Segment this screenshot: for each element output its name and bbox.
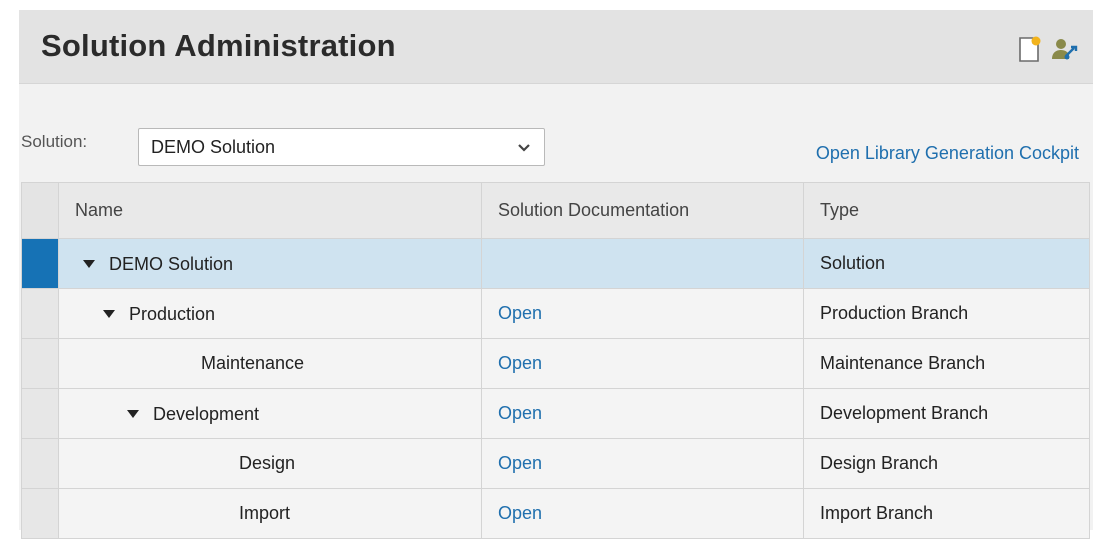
solution-administration-panel: Solution Administration Solution: DEMO S… <box>19 10 1093 539</box>
solution-select[interactable]: DEMO Solution <box>138 128 545 166</box>
node-label: Production <box>129 303 216 324</box>
open-documentation-link[interactable]: Open <box>498 503 542 523</box>
type-cell: Import Branch <box>803 488 1090 539</box>
name-cell[interactable]: Maintenance <box>58 338 482 389</box>
solution-documentation-cell: Open <box>481 488 804 539</box>
name-cell[interactable]: Design <box>58 438 482 489</box>
solution-documentation-cell: Open <box>481 338 804 389</box>
open-documentation-link[interactable]: Open <box>498 303 542 323</box>
solution-select-value: DEMO Solution <box>151 137 276 157</box>
type-cell: Design Branch <box>803 438 1090 489</box>
row-selector[interactable] <box>21 288 59 339</box>
type-cell: Production Branch <box>803 288 1090 339</box>
type-cell: Solution <box>803 238 1090 289</box>
panel-header: Solution Administration <box>19 10 1093 84</box>
table-header-row: Name Solution Documentation Type <box>21 182 1090 239</box>
node-label: Maintenance <box>201 353 305 373</box>
open-documentation-link[interactable]: Open <box>498 353 542 373</box>
node-label: Import <box>239 503 291 523</box>
column-header-solution-documentation[interactable]: Solution Documentation <box>481 182 804 239</box>
table-row[interactable]: Design Open Design Branch <box>21 438 1090 489</box>
node-label: Development <box>153 403 260 424</box>
name-cell[interactable]: DEMO Solution <box>58 238 482 289</box>
solution-documentation-cell <box>481 238 804 289</box>
name-cell[interactable]: Import <box>58 488 482 539</box>
user-settings-icon[interactable] <box>1049 34 1079 64</box>
solution-label: Solution: <box>21 132 88 151</box>
name-cell[interactable]: Production <box>58 288 482 339</box>
page-title: Solution Administration <box>41 28 396 63</box>
table-row[interactable]: Production Open Production Branch <box>21 288 1090 339</box>
row-selector[interactable] <box>21 488 59 539</box>
table-row[interactable]: Maintenance Open Maintenance Branch <box>21 338 1090 389</box>
name-cell[interactable]: Development <box>58 388 482 439</box>
solution-documentation-cell: Open <box>481 388 804 439</box>
table-row[interactable]: DEMO Solution Solution <box>21 238 1090 289</box>
node-label: Design <box>239 453 296 473</box>
type-cell: Development Branch <box>803 388 1090 439</box>
row-selector[interactable] <box>21 238 59 289</box>
solution-documentation-cell: Open <box>481 288 804 339</box>
open-library-generation-cockpit-link[interactable]: Open Library Generation Cockpit <box>816 143 1079 164</box>
row-selector[interactable] <box>21 388 59 439</box>
type-cell: Maintenance Branch <box>803 338 1090 389</box>
open-documentation-link[interactable]: Open <box>498 453 542 473</box>
expand-caret-icon[interactable] <box>127 410 139 419</box>
row-selector[interactable] <box>21 338 59 389</box>
new-document-icon[interactable] <box>1014 34 1044 64</box>
solution-table: Name Solution Documentation Type DEMO So… <box>21 182 1090 539</box>
node-label: DEMO Solution <box>109 253 234 274</box>
table-row[interactable]: Import Open Import Branch <box>21 488 1090 539</box>
open-documentation-link[interactable]: Open <box>498 403 542 423</box>
column-header-name[interactable]: Name <box>58 182 482 239</box>
table-row[interactable]: Development Open Development Branch <box>21 388 1090 439</box>
row-selector-header[interactable] <box>21 182 59 239</box>
chevron-down-icon[interactable] <box>516 140 532 156</box>
expand-caret-icon[interactable] <box>103 310 115 319</box>
column-header-type[interactable]: Type <box>803 182 1090 239</box>
expand-caret-icon[interactable] <box>83 260 95 269</box>
solution-documentation-cell: Open <box>481 438 804 489</box>
row-selector[interactable] <box>21 438 59 489</box>
